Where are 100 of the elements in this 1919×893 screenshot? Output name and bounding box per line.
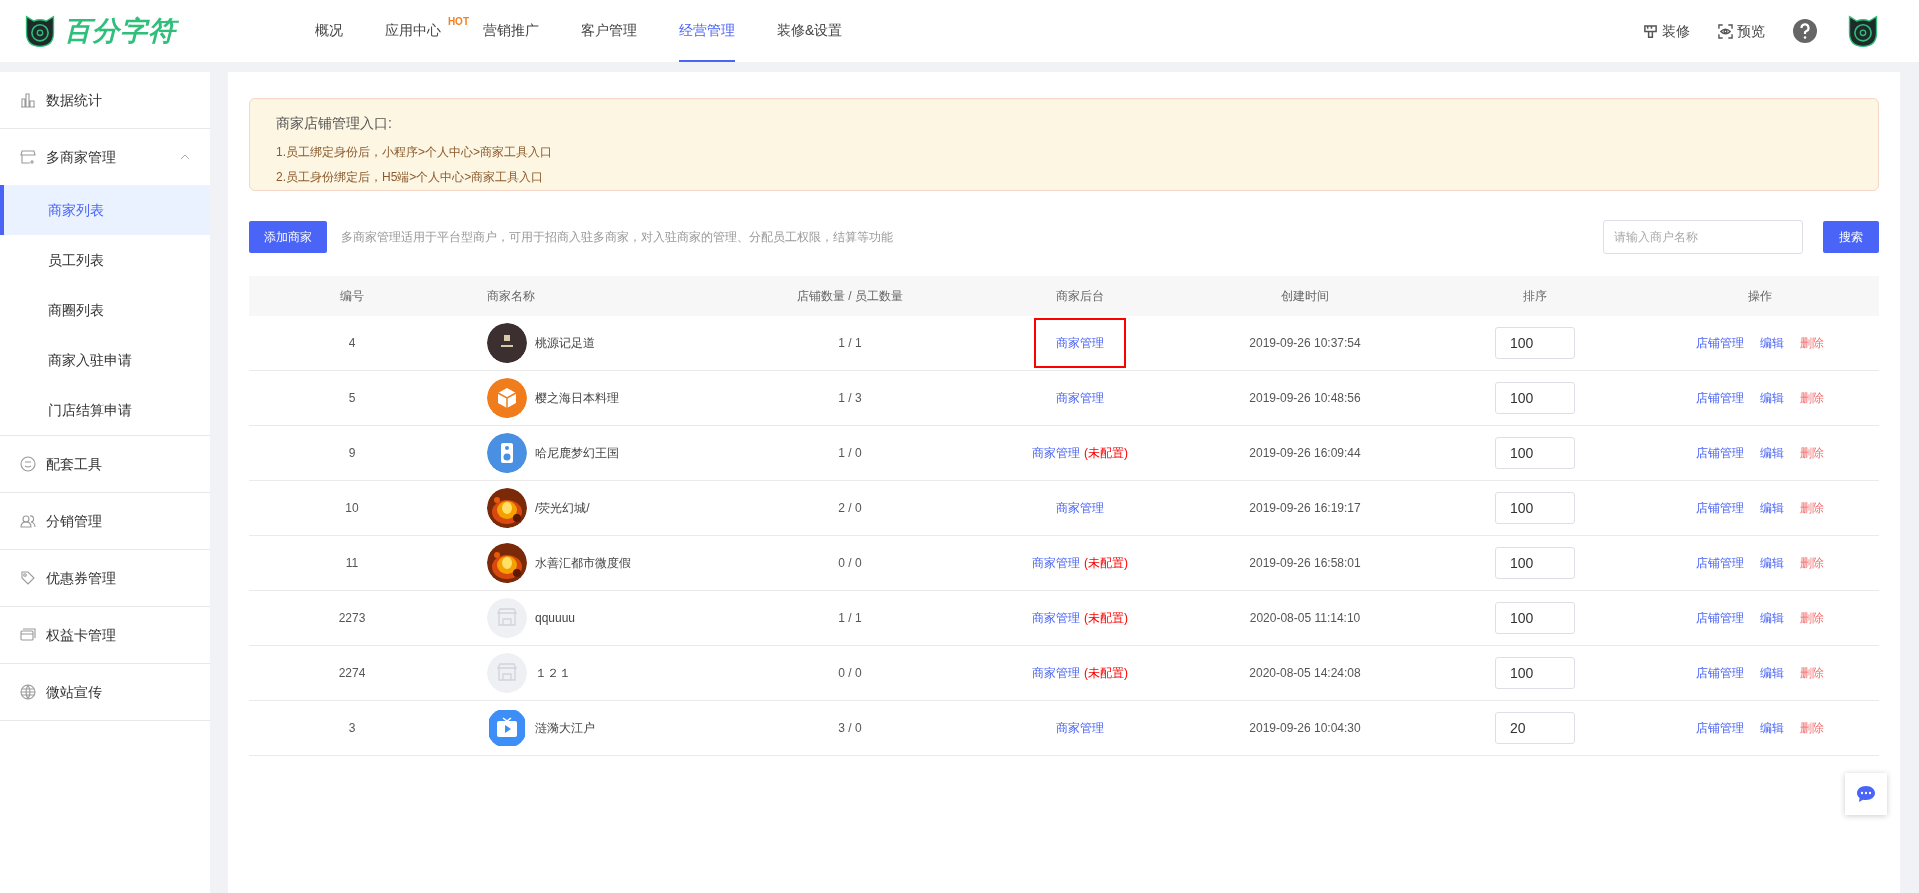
delete-link[interactable]: 删除 <box>1799 664 1824 682</box>
delete-link[interactable]: 删除 <box>1799 444 1824 462</box>
unconfigured-note: (未配置) <box>1084 555 1128 572</box>
sidebar-subitem[interactable]: 商家入驻申请 <box>0 335 210 385</box>
unconfigured-note: (未配置) <box>1084 610 1128 627</box>
search-button[interactable]: 搜索 <box>1823 221 1879 253</box>
merchant-admin-link[interactable]: 商家管理 <box>1032 444 1080 462</box>
chat-button[interactable] <box>1845 773 1887 815</box>
merchant-admin-link[interactable]: 商家管理 <box>1056 499 1104 517</box>
description-text: 多商家管理适用于平台型商户，可用于招商入驻多商家，对入驻商家的管理、分配员工权限，结算等功能 <box>341 229 893 246</box>
delete-link[interactable]: 删除 <box>1799 499 1824 517</box>
card-icon <box>20 627 36 643</box>
store-manage-link[interactable]: 店铺管理 <box>1695 499 1744 517</box>
table-cell-text: 2019-09-26 16:09:44 <box>1249 445 1361 462</box>
store-avatar <box>487 598 527 638</box>
delete-link[interactable]: 删除 <box>1799 719 1824 737</box>
sidebar-subitem[interactable]: 门店结算申请 <box>0 385 210 435</box>
merchant-admin-link[interactable]: 商家管理 <box>1032 609 1080 627</box>
edit-link[interactable]: 编辑 <box>1759 444 1784 462</box>
table-cell-text: 3 / 0 <box>838 720 862 737</box>
table-cell-text: 0 / 0 <box>838 555 862 572</box>
table-cell-text: 3 <box>348 720 356 737</box>
sidebar-item[interactable]: 配套工具 <box>0 436 210 492</box>
nav-tab[interactable]: 营销推广 <box>483 0 539 62</box>
delete-link[interactable]: 删除 <box>1799 609 1824 627</box>
column-header: 创建时间 <box>1281 288 1329 305</box>
table-cell-text: 1 / 0 <box>838 445 862 462</box>
sort-field[interactable]: 100 <box>1495 327 1575 359</box>
video-avatar <box>487 708 527 748</box>
sidebar-subitem[interactable]: 商家列表 <box>0 185 210 235</box>
edit-link[interactable]: 编辑 <box>1759 334 1784 352</box>
nav-tab[interactable]: 客户管理 <box>581 0 637 62</box>
edit-link[interactable]: 编辑 <box>1759 664 1784 682</box>
sort-field[interactable]: 100 <box>1495 602 1575 634</box>
search-field[interactable]: 请输入商户名称 <box>1603 220 1803 254</box>
add-merchant-button[interactable]: 添加商家 <box>249 221 327 253</box>
table-cell-text: 2019-09-26 10:48:56 <box>1249 390 1361 407</box>
column-header: 编号 <box>340 288 364 305</box>
merchant-admin-link[interactable]: 商家管理 <box>1056 334 1104 352</box>
merchant-name: 桃源记足道 <box>535 335 595 352</box>
sort-field[interactable]: 100 <box>1495 492 1575 524</box>
sort-field[interactable]: 20 <box>1495 712 1575 744</box>
sidebar-item[interactable]: 多商家管理 <box>0 129 210 185</box>
column-header: 商家名称 <box>486 288 535 305</box>
delete-link[interactable]: 删除 <box>1799 334 1824 352</box>
merchant-admin-link[interactable]: 商家管理 <box>1032 664 1080 682</box>
help-icon[interactable] <box>1793 19 1817 43</box>
table-cell-text: 2019-09-26 10:04:30 <box>1249 720 1361 737</box>
nav-tab[interactable]: 概况 <box>315 0 343 62</box>
nav-tab[interactable]: 装修&设置 <box>777 0 843 62</box>
table-cell-text: 1 / 1 <box>838 610 862 627</box>
merchant-admin-link[interactable]: 商家管理 <box>1056 719 1104 737</box>
edit-link[interactable]: 编辑 <box>1759 499 1784 517</box>
edit-link[interactable]: 编辑 <box>1759 554 1784 572</box>
delete-link[interactable]: 删除 <box>1799 389 1824 407</box>
sort-field[interactable]: 100 <box>1495 382 1575 414</box>
table-cell-text: 2020-08-05 14:24:08 <box>1249 665 1361 682</box>
edit-link[interactable]: 编辑 <box>1759 609 1784 627</box>
table-cell-text: 2019-09-26 10:37:54 <box>1249 335 1361 352</box>
logo-avatar <box>487 323 527 363</box>
sidebar-subitem[interactable]: 员工列表 <box>0 235 210 285</box>
store-manage-link[interactable]: 店铺管理 <box>1695 389 1744 407</box>
table-cell-text: 4 <box>348 335 356 352</box>
preview-button[interactable]: 预览 <box>1718 20 1765 42</box>
merchant-name: １２１ <box>535 665 571 682</box>
sort-field[interactable]: 100 <box>1495 547 1575 579</box>
notice-line: 2.员工身份绑定后，H5端>个人中心>商家工具入口 <box>276 169 545 186</box>
nav-tab[interactable]: 经营管理 <box>679 0 735 62</box>
table-cell-text: 10 <box>345 500 359 517</box>
edit-link[interactable]: 编辑 <box>1759 719 1784 737</box>
table-cell-text: 11 <box>345 555 359 572</box>
sidebar-item[interactable]: 数据统计 <box>0 72 210 128</box>
edit-link[interactable]: 编辑 <box>1759 389 1784 407</box>
column-header: 操作 <box>1747 288 1772 305</box>
table-cell-text: 2019-09-26 16:19:17 <box>1249 500 1361 517</box>
sort-field[interactable]: 100 <box>1495 437 1575 469</box>
store-icon <box>20 149 36 165</box>
store-manage-link[interactable]: 店铺管理 <box>1695 554 1744 572</box>
delete-link[interactable]: 删除 <box>1799 554 1824 572</box>
store-manage-link[interactable]: 店铺管理 <box>1695 719 1744 737</box>
table-cell-text: 5 <box>348 390 356 407</box>
merchant-admin-link[interactable]: 商家管理 <box>1032 554 1080 572</box>
sidebar-item[interactable]: 权益卡管理 <box>0 607 210 663</box>
store-manage-link[interactable]: 店铺管理 <box>1695 664 1744 682</box>
tag-icon <box>20 570 36 586</box>
store-manage-link[interactable]: 店铺管理 <box>1695 444 1744 462</box>
store-manage-link[interactable]: 店铺管理 <box>1695 609 1744 627</box>
sidebar-item[interactable]: 优惠券管理 <box>0 550 210 606</box>
decorate-button[interactable]: 装修 <box>1643 20 1690 42</box>
nav-tab[interactable]: 应用中心 <box>385 0 441 62</box>
hot-label: HOT <box>447 15 469 29</box>
store-manage-link[interactable]: 店铺管理 <box>1695 334 1744 352</box>
sidebar-item[interactable]: 微站宣传 <box>0 664 210 720</box>
merchant-name: 水善汇都市微度假 <box>535 555 631 572</box>
merchant-name: qquuuu <box>535 610 576 627</box>
merchant-name: 哈尼鹿梦幻王国 <box>535 445 619 462</box>
sidebar-subitem[interactable]: 商圈列表 <box>0 285 210 335</box>
sidebar-item[interactable]: 分销管理 <box>0 493 210 549</box>
merchant-admin-link[interactable]: 商家管理 <box>1056 389 1104 407</box>
sort-field[interactable]: 100 <box>1495 657 1575 689</box>
